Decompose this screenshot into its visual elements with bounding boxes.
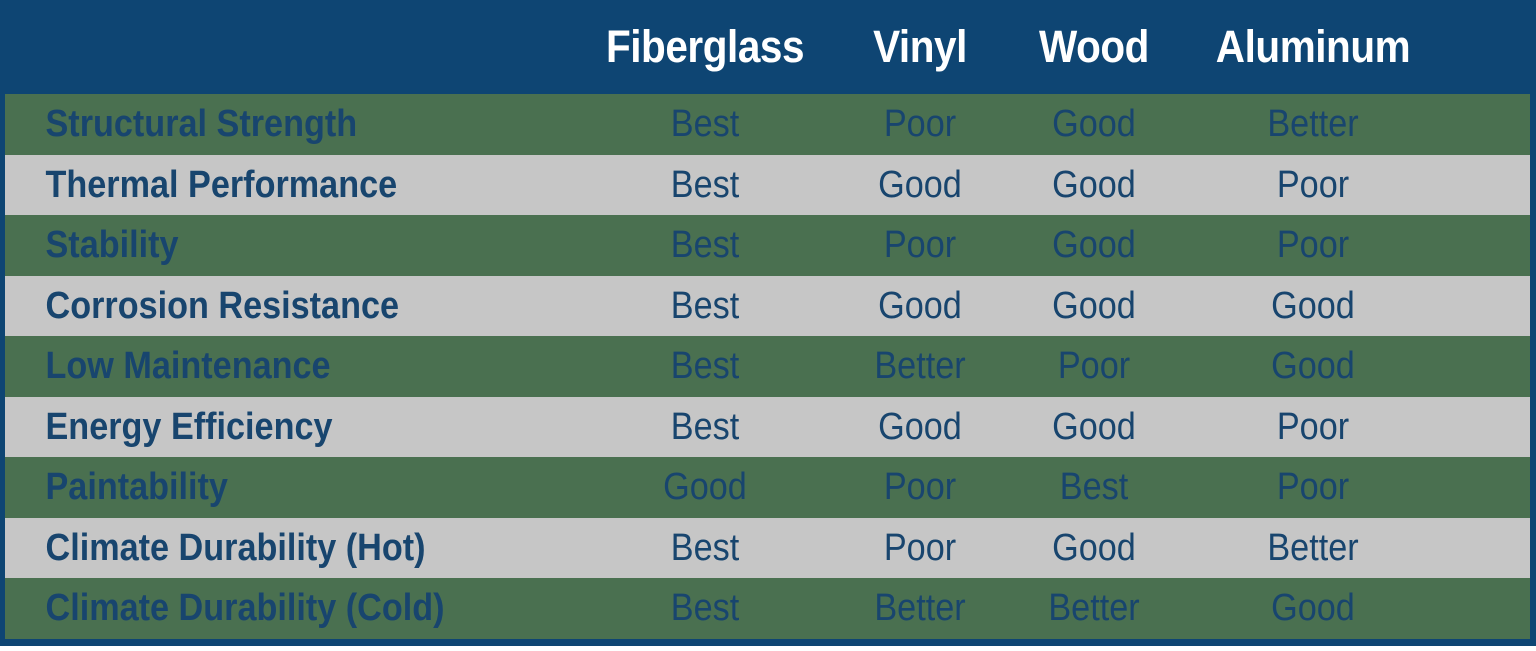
cell-corrosion-resistance-wood: Good [1052, 284, 1136, 327]
column-header-fiberglass: Fiberglass [605, 21, 805, 72]
cell-climate-durability-hot-wood: Good [1052, 526, 1136, 569]
cell-stability-vinyl: Poor [883, 224, 957, 267]
cell-corrosion-resistance-vinyl: Good [878, 284, 962, 327]
table-row: Energy Efficiency Best Good Good Poor [5, 396, 1530, 457]
row-label-corrosion-resistance: Corrosion Resistance [45, 284, 400, 327]
cell-climate-durability-cold-aluminum: Good [1271, 587, 1355, 630]
bottom-white-margin [0, 646, 1536, 651]
cell-corrosion-resistance-aluminum: Good [1271, 284, 1355, 327]
table-header-band: Fiberglass Vinyl Wood Aluminum [0, 0, 1536, 94]
cell-structural-strength-vinyl: Poor [883, 103, 957, 146]
table-row: Thermal Performance Best Good Good Poor [5, 154, 1530, 215]
cell-thermal-performance-wood: Good [1052, 163, 1136, 206]
row-label-climate-durability-cold: Climate Durability (Cold) [45, 587, 445, 630]
row-label-energy-efficiency: Energy Efficiency [45, 405, 333, 448]
row-label-stability: Stability [45, 224, 179, 267]
cell-structural-strength-fiberglass: Best [670, 103, 740, 146]
table-row: Corrosion Resistance Best Good Good Good [5, 275, 1530, 336]
cell-paintability-aluminum: Poor [1276, 466, 1350, 509]
cell-stability-wood: Good [1052, 224, 1136, 267]
cell-climate-durability-hot-aluminum: Better [1267, 526, 1359, 569]
cell-climate-durability-cold-wood: Better [1048, 587, 1140, 630]
row-label-climate-durability-hot: Climate Durability (Hot) [45, 526, 426, 569]
material-comparison-table: Fiberglass Vinyl Wood Aluminum Structura… [0, 0, 1536, 651]
table-body: Structural Strength Best Poor Good Bette… [0, 94, 1536, 646]
table-row: Low Maintenance Best Better Poor Good [5, 336, 1530, 397]
cell-climate-durability-hot-vinyl: Poor [883, 526, 957, 569]
cell-energy-efficiency-wood: Good [1052, 405, 1136, 448]
cell-climate-durability-hot-fiberglass: Best [670, 526, 740, 569]
table-row: Paintability Good Poor Best Poor [5, 457, 1530, 518]
cell-climate-durability-cold-fiberglass: Best [670, 587, 740, 630]
cell-corrosion-resistance-fiberglass: Best [670, 284, 740, 327]
cell-paintability-vinyl: Poor [883, 466, 957, 509]
table-row: Climate Durability (Cold) Best Better Be… [5, 578, 1530, 639]
cell-stability-aluminum: Poor [1276, 224, 1350, 267]
table-row: Climate Durability (Hot) Best Poor Good … [5, 517, 1530, 578]
cell-stability-fiberglass: Best [670, 224, 740, 267]
column-header-aluminum: Aluminum [1215, 21, 1411, 72]
cell-low-maintenance-aluminum: Good [1271, 345, 1355, 388]
cell-thermal-performance-vinyl: Good [878, 163, 962, 206]
cell-low-maintenance-wood: Poor [1057, 345, 1131, 388]
cell-energy-efficiency-vinyl: Good [878, 405, 962, 448]
row-label-low-maintenance: Low Maintenance [45, 345, 331, 388]
cell-structural-strength-aluminum: Better [1267, 103, 1359, 146]
table-row: Stability Best Poor Good Poor [5, 215, 1530, 276]
cell-energy-efficiency-fiberglass: Best [670, 405, 740, 448]
row-label-paintability: Paintability [45, 466, 228, 509]
row-label-thermal-performance: Thermal Performance [45, 163, 398, 206]
row-label-structural-strength: Structural Strength [45, 103, 358, 146]
cell-thermal-performance-aluminum: Poor [1276, 163, 1350, 206]
cell-paintability-wood: Best [1059, 466, 1129, 509]
cell-thermal-performance-fiberglass: Best [670, 163, 740, 206]
table-header-row: Fiberglass Vinyl Wood Aluminum [0, 0, 1536, 94]
header-label-column-spacer [0, 0, 590, 94]
column-header-wood: Wood [1039, 21, 1149, 72]
cell-low-maintenance-fiberglass: Best [670, 345, 740, 388]
cell-structural-strength-wood: Good [1052, 103, 1136, 146]
column-header-vinyl: Vinyl [873, 21, 967, 72]
cell-energy-efficiency-aluminum: Poor [1276, 405, 1350, 448]
table-row: Structural Strength Best Poor Good Bette… [5, 94, 1530, 155]
cell-paintability-fiberglass: Good [663, 466, 747, 509]
cell-low-maintenance-vinyl: Better [874, 345, 966, 388]
cell-climate-durability-cold-vinyl: Better [874, 587, 966, 630]
